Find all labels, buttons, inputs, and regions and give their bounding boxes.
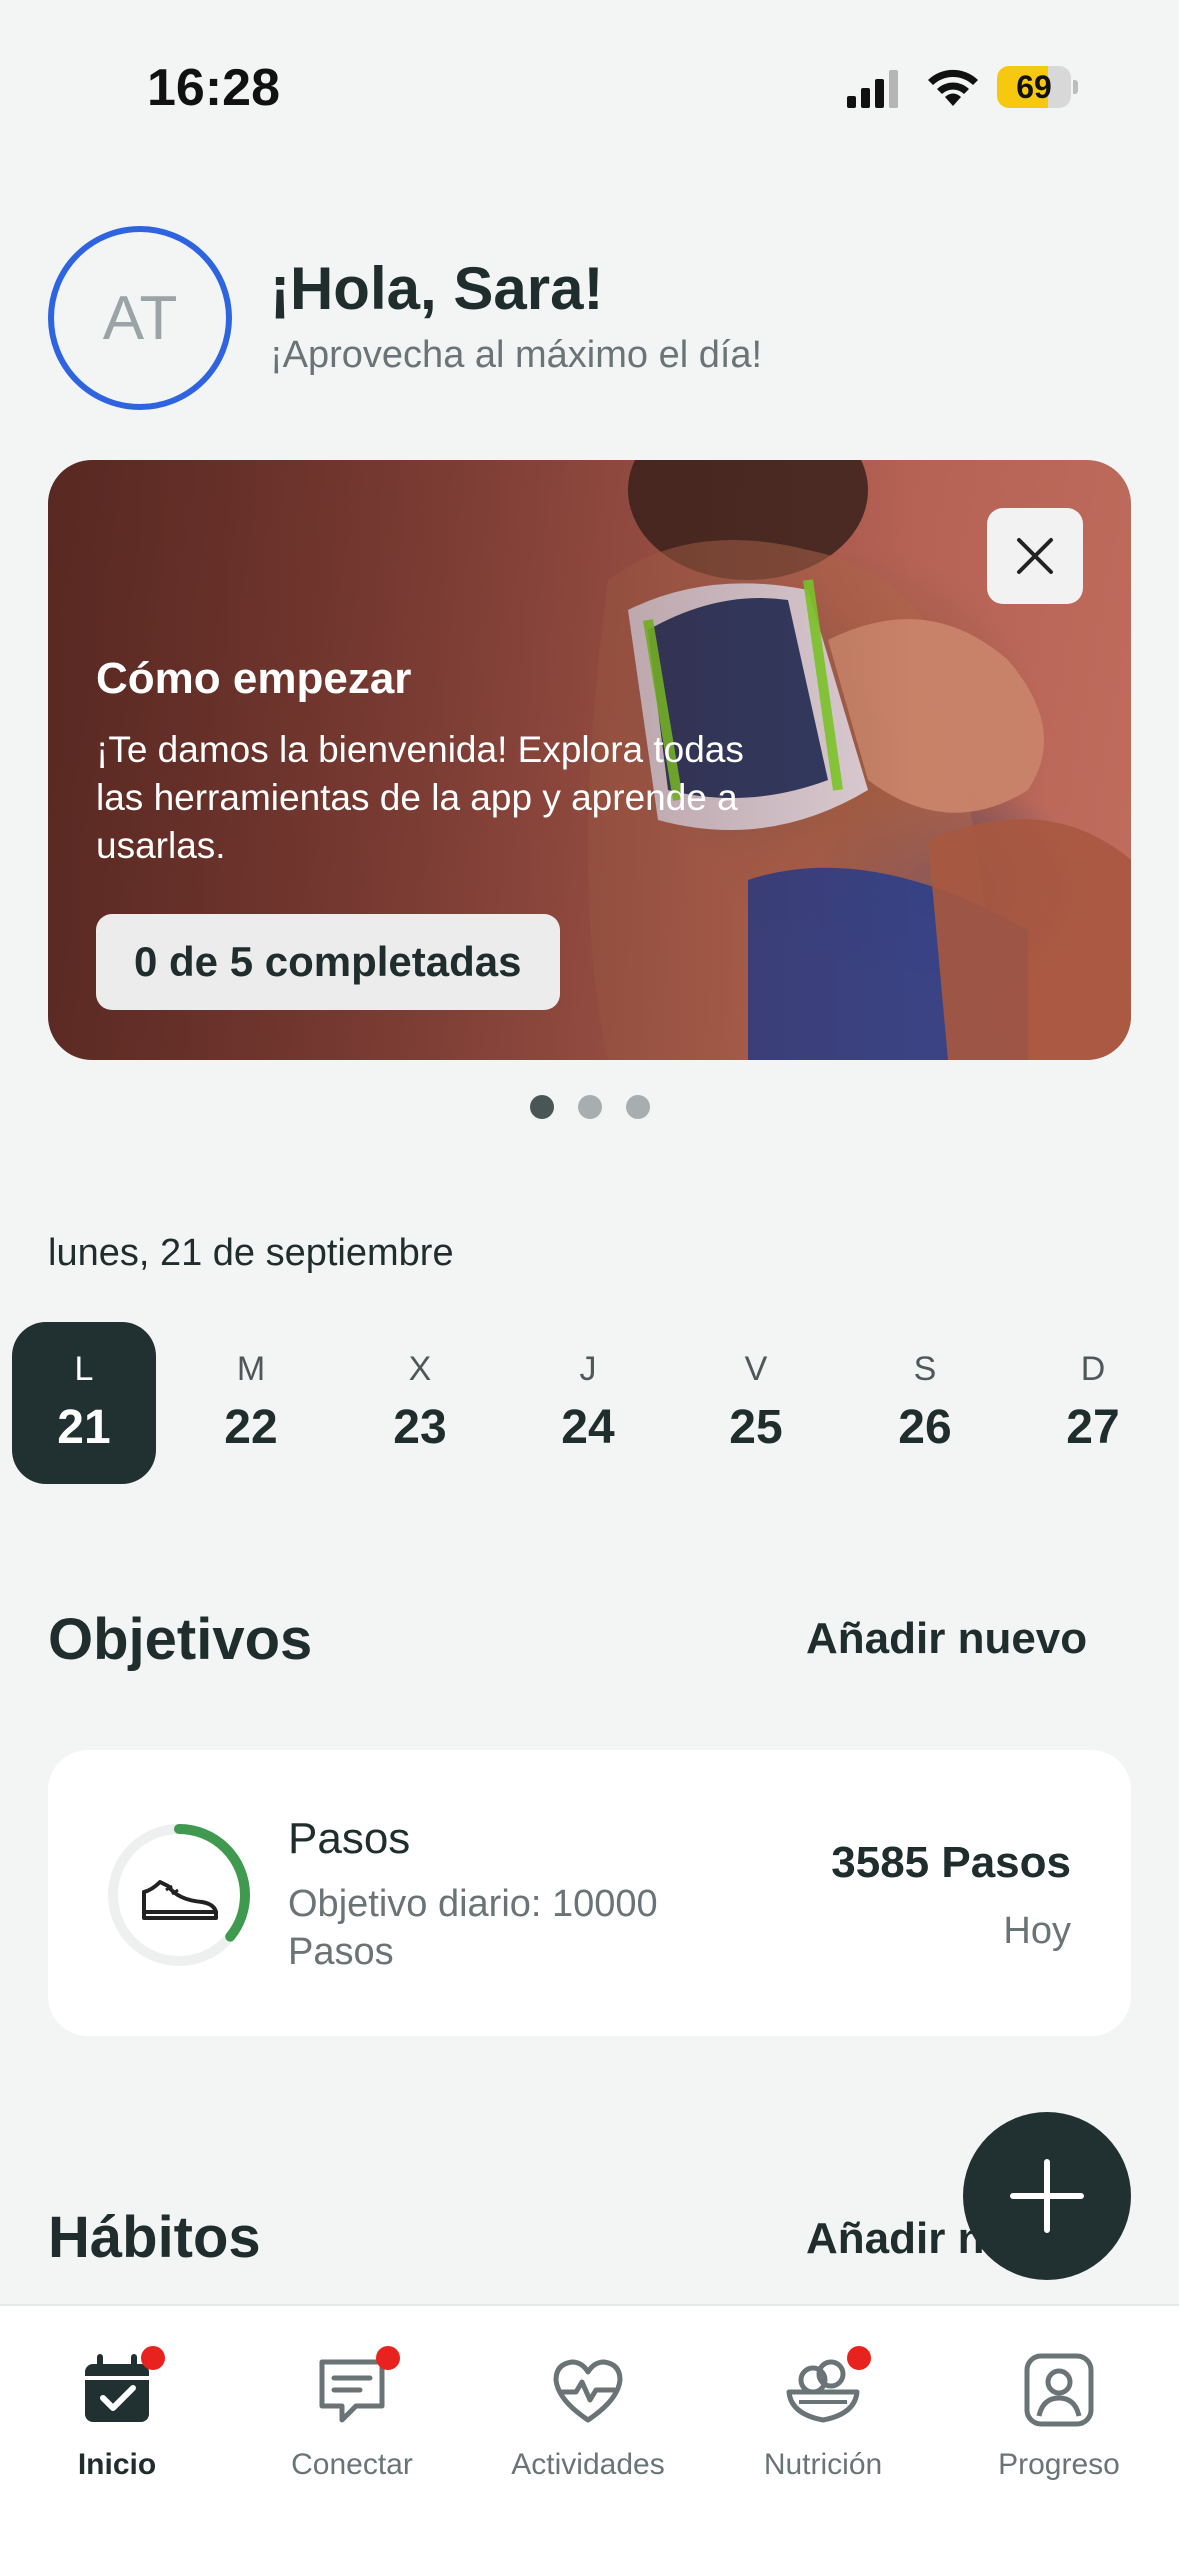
day-monday[interactable]: L 21 [12,1322,156,1484]
battery-indicator: 69 [997,66,1078,108]
notification-badge [847,2346,871,2370]
onboarding-banner[interactable]: Cómo empezar ¡Te damos la bienvenida! Ex… [48,460,1131,1060]
add-fab-button[interactable] [963,2112,1131,2280]
notification-badge [376,2346,400,2370]
steps-goal-card[interactable]: Pasos Objetivo diario: 10000 Pasos 3585 … [48,1750,1131,2036]
banner-text: ¡Te damos la bienvenida! Explora todas l… [96,729,744,866]
day-thursday[interactable]: J 24 [516,1322,660,1484]
cellular-signal-icon [847,70,898,108]
greeting-subtitle: ¡Aprovecha al máximo el día! [270,334,763,376]
nav-inicio[interactable]: Inicio [17,2346,217,2486]
nav-label: Progreso [998,2448,1120,2481]
goal-value: 3585 Pasos [831,1838,1071,1887]
nav-nutricion[interactable]: Nutrición [723,2346,923,2486]
day-number: 27 [1066,1401,1120,1454]
bottom-navigation: Inicio Conectar Actividades Nutrición Pr… [0,2304,1179,2556]
day-number: 25 [729,1401,783,1454]
add-objective-button[interactable]: Añadir nuevo [806,1614,1087,1664]
status-time: 16:28 [147,59,280,117]
notification-badge [141,2346,165,2370]
day-sunday[interactable]: D 27 [1021,1322,1165,1484]
profile-icon [1024,2353,1094,2427]
nav-label: Conectar [291,2448,413,2481]
nav-conectar[interactable]: Conectar [252,2346,452,2486]
day-friday[interactable]: V 25 [684,1322,828,1484]
day-letter: V [744,1350,768,1388]
avatar[interactable]: AT [48,226,232,410]
goal-progress-ring [108,1824,250,1966]
greeting-title: ¡Hola, Sara! [270,255,604,322]
week-selector: L 21 M 22 X 23 J 24 V 25 S 26 D 27 [0,1322,1179,1486]
status-bar: 16:28 69 [0,0,1179,150]
sneaker-icon [142,1880,218,1920]
day-letter: X [408,1350,432,1388]
nav-label: Actividades [511,2448,665,2481]
nav-label: Inicio [77,2448,157,2481]
close-icon [1017,538,1053,574]
banner-title: Cómo empezar [96,654,412,703]
carousel-dot[interactable] [530,1095,554,1119]
day-number: 24 [561,1401,615,1454]
carousel-pagination[interactable] [530,1095,650,1119]
heartbeat-icon [553,2359,623,2423]
nav-progreso[interactable]: Progreso [959,2346,1159,2486]
carousel-dot[interactable] [578,1095,602,1119]
day-number: 23 [393,1401,447,1454]
nav-label: Nutrición [763,2448,883,2481]
day-letter: L [74,1350,94,1388]
goal-date: Hoy [1003,1910,1071,1952]
banner-close-button[interactable] [987,508,1083,604]
plus-icon [1010,2159,1084,2233]
day-number: 26 [898,1401,952,1454]
battery-level: 69 [1016,69,1052,105]
banner-progress-button[interactable]: 0 de 5 completadas [96,914,560,1010]
date-label: lunes, 21 de septiembre [48,1232,454,1274]
day-number: 21 [57,1401,111,1454]
carousel-dot[interactable] [626,1095,650,1119]
day-saturday[interactable]: S 26 [853,1322,997,1484]
wifi-icon [928,69,978,106]
goal-title: Pasos [288,1814,411,1863]
objectives-title: Objetivos [48,1607,313,1672]
nav-actividades[interactable]: Actividades [488,2346,688,2486]
day-letter: M [236,1350,266,1388]
day-tuesday[interactable]: M 22 [179,1322,323,1484]
day-letter: J [579,1350,597,1388]
habits-title: Hábitos [48,2205,261,2270]
day-letter: S [913,1350,937,1388]
day-letter: D [1080,1350,1106,1388]
day-wednesday[interactable]: X 23 [348,1322,492,1484]
goal-subtitle: Objetivo diario: 10000 Pasos [288,1883,658,1973]
day-number: 22 [224,1401,278,1454]
avatar-initials: AT [102,283,178,353]
